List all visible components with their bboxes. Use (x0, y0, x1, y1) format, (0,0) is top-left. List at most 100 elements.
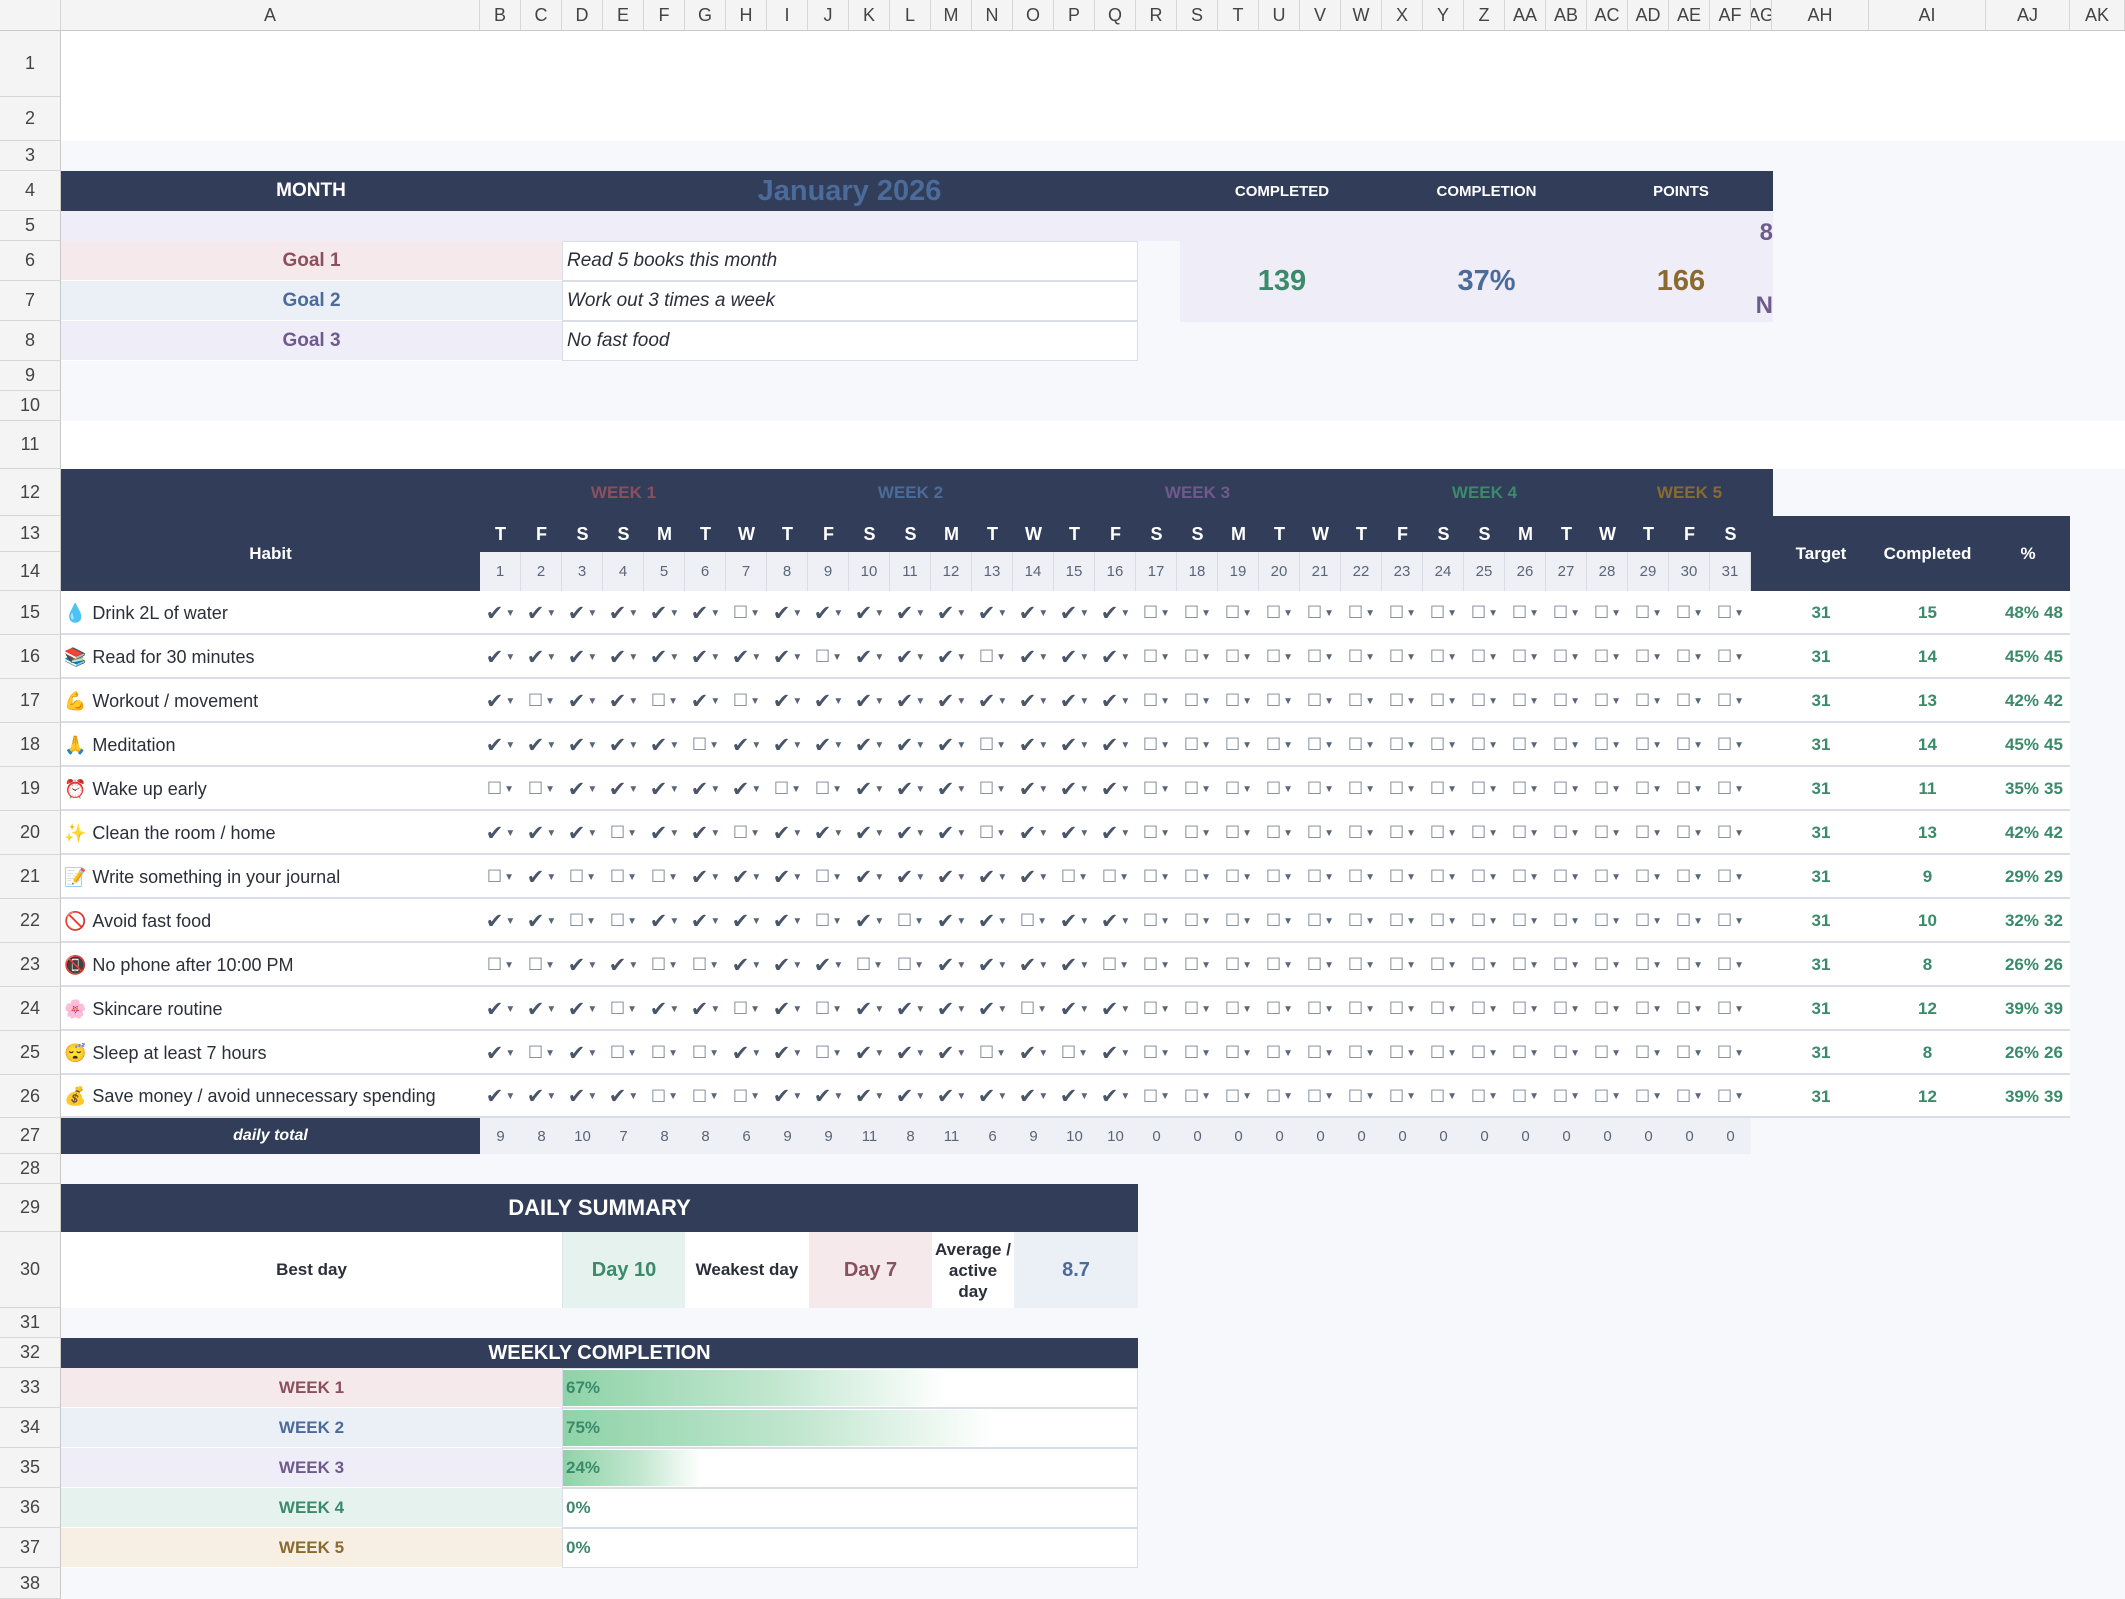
habit-checkbox-checked[interactable]: ✔ ▼ (685, 767, 726, 811)
habit-checkbox-unchecked[interactable]: ☐ ▼ (1669, 811, 1710, 855)
habit-checkbox-unchecked[interactable]: ☐ ▼ (1341, 943, 1382, 987)
dropdown-arrow-icon[interactable]: ▼ (872, 608, 884, 619)
habit-checkbox-unchecked[interactable]: ☐ ▼ (767, 767, 808, 811)
dropdown-arrow-icon[interactable]: ▼ (1404, 740, 1416, 751)
habit-checkbox-unchecked[interactable]: ☐ ▼ (1710, 1031, 1751, 1075)
dropdown-arrow-icon[interactable]: ▼ (1650, 1091, 1662, 1102)
habit-checkbox-unchecked[interactable]: ☐ ▼ (1628, 635, 1669, 679)
habit-checkbox-checked[interactable]: ✔ ▼ (644, 767, 685, 811)
dropdown-arrow-icon[interactable]: ▼ (954, 1091, 966, 1102)
habit-checkbox-unchecked[interactable]: ☐ ▼ (1341, 1075, 1382, 1118)
column-header[interactable]: Y (1423, 0, 1464, 31)
habit-checkbox-checked[interactable]: ✔ ▼ (972, 943, 1013, 987)
habit-checkbox-unchecked[interactable]: ☐ ▼ (644, 855, 685, 899)
dropdown-arrow-icon[interactable]: ▼ (584, 916, 596, 927)
habit-checkbox-checked[interactable]: ✔ ▼ (603, 723, 644, 767)
habit-checkbox-unchecked[interactable]: ☐ ▼ (1341, 591, 1382, 635)
dropdown-arrow-icon[interactable]: ▼ (1158, 1048, 1170, 1059)
habit-checkbox-checked[interactable]: ✔ ▼ (562, 811, 603, 855)
dropdown-arrow-icon[interactable]: ▼ (1281, 916, 1293, 927)
row-header[interactable]: 30 (0, 1232, 61, 1308)
habit-checkbox-checked[interactable]: ✔ ▼ (767, 943, 808, 987)
dropdown-arrow-icon[interactable]: ▼ (1527, 784, 1539, 795)
dropdown-arrow-icon[interactable]: ▼ (1363, 960, 1375, 971)
habit-checkbox-checked[interactable]: ✔ ▼ (767, 899, 808, 943)
dropdown-arrow-icon[interactable]: ▼ (1609, 696, 1621, 707)
habit-checkbox-unchecked[interactable]: ☐ ▼ (1341, 723, 1382, 767)
dropdown-arrow-icon[interactable]: ▼ (790, 1048, 802, 1059)
habit-checkbox-unchecked[interactable]: ☐ ▼ (1505, 591, 1546, 635)
dropdown-arrow-icon[interactable]: ▼ (954, 696, 966, 707)
dropdown-arrow-icon[interactable]: ▼ (1363, 1048, 1375, 1059)
habit-checkbox-checked[interactable]: ✔ ▼ (1013, 1031, 1054, 1075)
habit-checkbox-unchecked[interactable]: ☐ ▼ (1423, 635, 1464, 679)
dropdown-arrow-icon[interactable]: ▼ (626, 696, 638, 707)
habit-checkbox-unchecked[interactable]: ☐ ▼ (1423, 811, 1464, 855)
habit-checkbox-checked[interactable]: ✔ ▼ (521, 811, 562, 855)
dropdown-arrow-icon[interactable]: ▼ (543, 696, 555, 707)
row-header[interactable]: 18 (0, 723, 61, 767)
row-header[interactable]: 2 (0, 97, 61, 141)
habit-checkbox-unchecked[interactable]: ☐ ▼ (1669, 635, 1710, 679)
dropdown-arrow-icon[interactable]: ▼ (1486, 916, 1498, 927)
habit-checkbox-unchecked[interactable]: ☐ ▼ (1628, 591, 1669, 635)
dropdown-arrow-icon[interactable]: ▼ (831, 960, 843, 971)
habit-checkbox-checked[interactable]: ✔ ▼ (767, 1031, 808, 1075)
habit-checkbox-unchecked[interactable]: ☐ ▼ (1464, 635, 1505, 679)
dropdown-arrow-icon[interactable]: ▼ (749, 740, 761, 751)
dropdown-arrow-icon[interactable]: ▼ (830, 872, 842, 883)
habit-checkbox-unchecked[interactable]: ☐ ▼ (1259, 855, 1300, 899)
row-header[interactable]: 26 (0, 1075, 61, 1118)
habit-checkbox-unchecked[interactable]: ☐ ▼ (685, 723, 726, 767)
habit-checkbox-checked[interactable]: ✔ ▼ (685, 679, 726, 723)
habit-checkbox-unchecked[interactable]: ☐ ▼ (1259, 767, 1300, 811)
column-header[interactable]: Q (1095, 0, 1136, 31)
habit-checkbox-unchecked[interactable]: ☐ ▼ (1218, 943, 1259, 987)
dropdown-arrow-icon[interactable]: ▼ (1445, 608, 1457, 619)
dropdown-arrow-icon[interactable]: ▼ (1199, 916, 1211, 927)
habit-checkbox-checked[interactable]: ✔ ▼ (1095, 679, 1136, 723)
row-header[interactable]: 3 (0, 141, 61, 171)
habit-checkbox-unchecked[interactable]: ☐ ▼ (1546, 723, 1587, 767)
habit-checkbox-unchecked[interactable]: ☐ ▼ (1218, 723, 1259, 767)
dropdown-arrow-icon[interactable]: ▼ (1486, 828, 1498, 839)
habit-checkbox-checked[interactable]: ✔ ▼ (562, 1031, 603, 1075)
habit-checkbox-unchecked[interactable]: ☐ ▼ (1587, 987, 1628, 1031)
dropdown-arrow-icon[interactable]: ▼ (913, 1048, 925, 1059)
habit-checkbox-checked[interactable]: ✔ ▼ (1054, 591, 1095, 635)
dropdown-arrow-icon[interactable]: ▼ (543, 960, 555, 971)
dropdown-arrow-icon[interactable]: ▼ (1691, 960, 1703, 971)
habit-checkbox-unchecked[interactable]: ☐ ▼ (1669, 943, 1710, 987)
dropdown-arrow-icon[interactable]: ▼ (626, 740, 638, 751)
dropdown-arrow-icon[interactable]: ▼ (667, 1004, 679, 1015)
habit-checkbox-checked[interactable]: ✔ ▼ (849, 899, 890, 943)
dropdown-arrow-icon[interactable]: ▼ (913, 608, 925, 619)
dropdown-arrow-icon[interactable]: ▼ (913, 652, 925, 663)
column-header[interactable]: AF (1710, 0, 1751, 31)
dropdown-arrow-icon[interactable]: ▼ (708, 652, 720, 663)
habit-checkbox-unchecked[interactable]: ☐ ▼ (1136, 1031, 1177, 1075)
habit-checkbox-unchecked[interactable]: ☐ ▼ (521, 1031, 562, 1075)
dropdown-arrow-icon[interactable]: ▼ (1609, 1004, 1621, 1015)
habit-checkbox-checked[interactable]: ✔ ▼ (849, 855, 890, 899)
dropdown-arrow-icon[interactable]: ▼ (1609, 740, 1621, 751)
dropdown-arrow-icon[interactable]: ▼ (1076, 1048, 1088, 1059)
dropdown-arrow-icon[interactable]: ▼ (954, 960, 966, 971)
dropdown-arrow-icon[interactable]: ▼ (872, 784, 884, 795)
habit-checkbox-unchecked[interactable]: ☐ ▼ (1669, 591, 1710, 635)
dropdown-arrow-icon[interactable]: ▼ (708, 696, 720, 707)
dropdown-arrow-icon[interactable]: ▼ (1363, 784, 1375, 795)
habit-checkbox-checked[interactable]: ✔ ▼ (808, 943, 849, 987)
habit-checkbox-unchecked[interactable]: ☐ ▼ (726, 591, 767, 635)
dropdown-arrow-icon[interactable]: ▼ (1199, 960, 1211, 971)
row-header[interactable]: 10 (0, 391, 61, 421)
habit-checkbox-unchecked[interactable]: ☐ ▼ (1423, 987, 1464, 1031)
dropdown-arrow-icon[interactable]: ▼ (1691, 916, 1703, 927)
habit-checkbox-unchecked[interactable]: ☐ ▼ (1710, 987, 1751, 1031)
dropdown-arrow-icon[interactable]: ▼ (1118, 916, 1130, 927)
column-header[interactable]: X (1382, 0, 1423, 31)
habit-checkbox-unchecked[interactable]: ☐ ▼ (1259, 591, 1300, 635)
habit-checkbox-unchecked[interactable]: ☐ ▼ (1300, 1075, 1341, 1118)
dropdown-arrow-icon[interactable]: ▼ (913, 784, 925, 795)
column-header[interactable]: V (1300, 0, 1341, 31)
